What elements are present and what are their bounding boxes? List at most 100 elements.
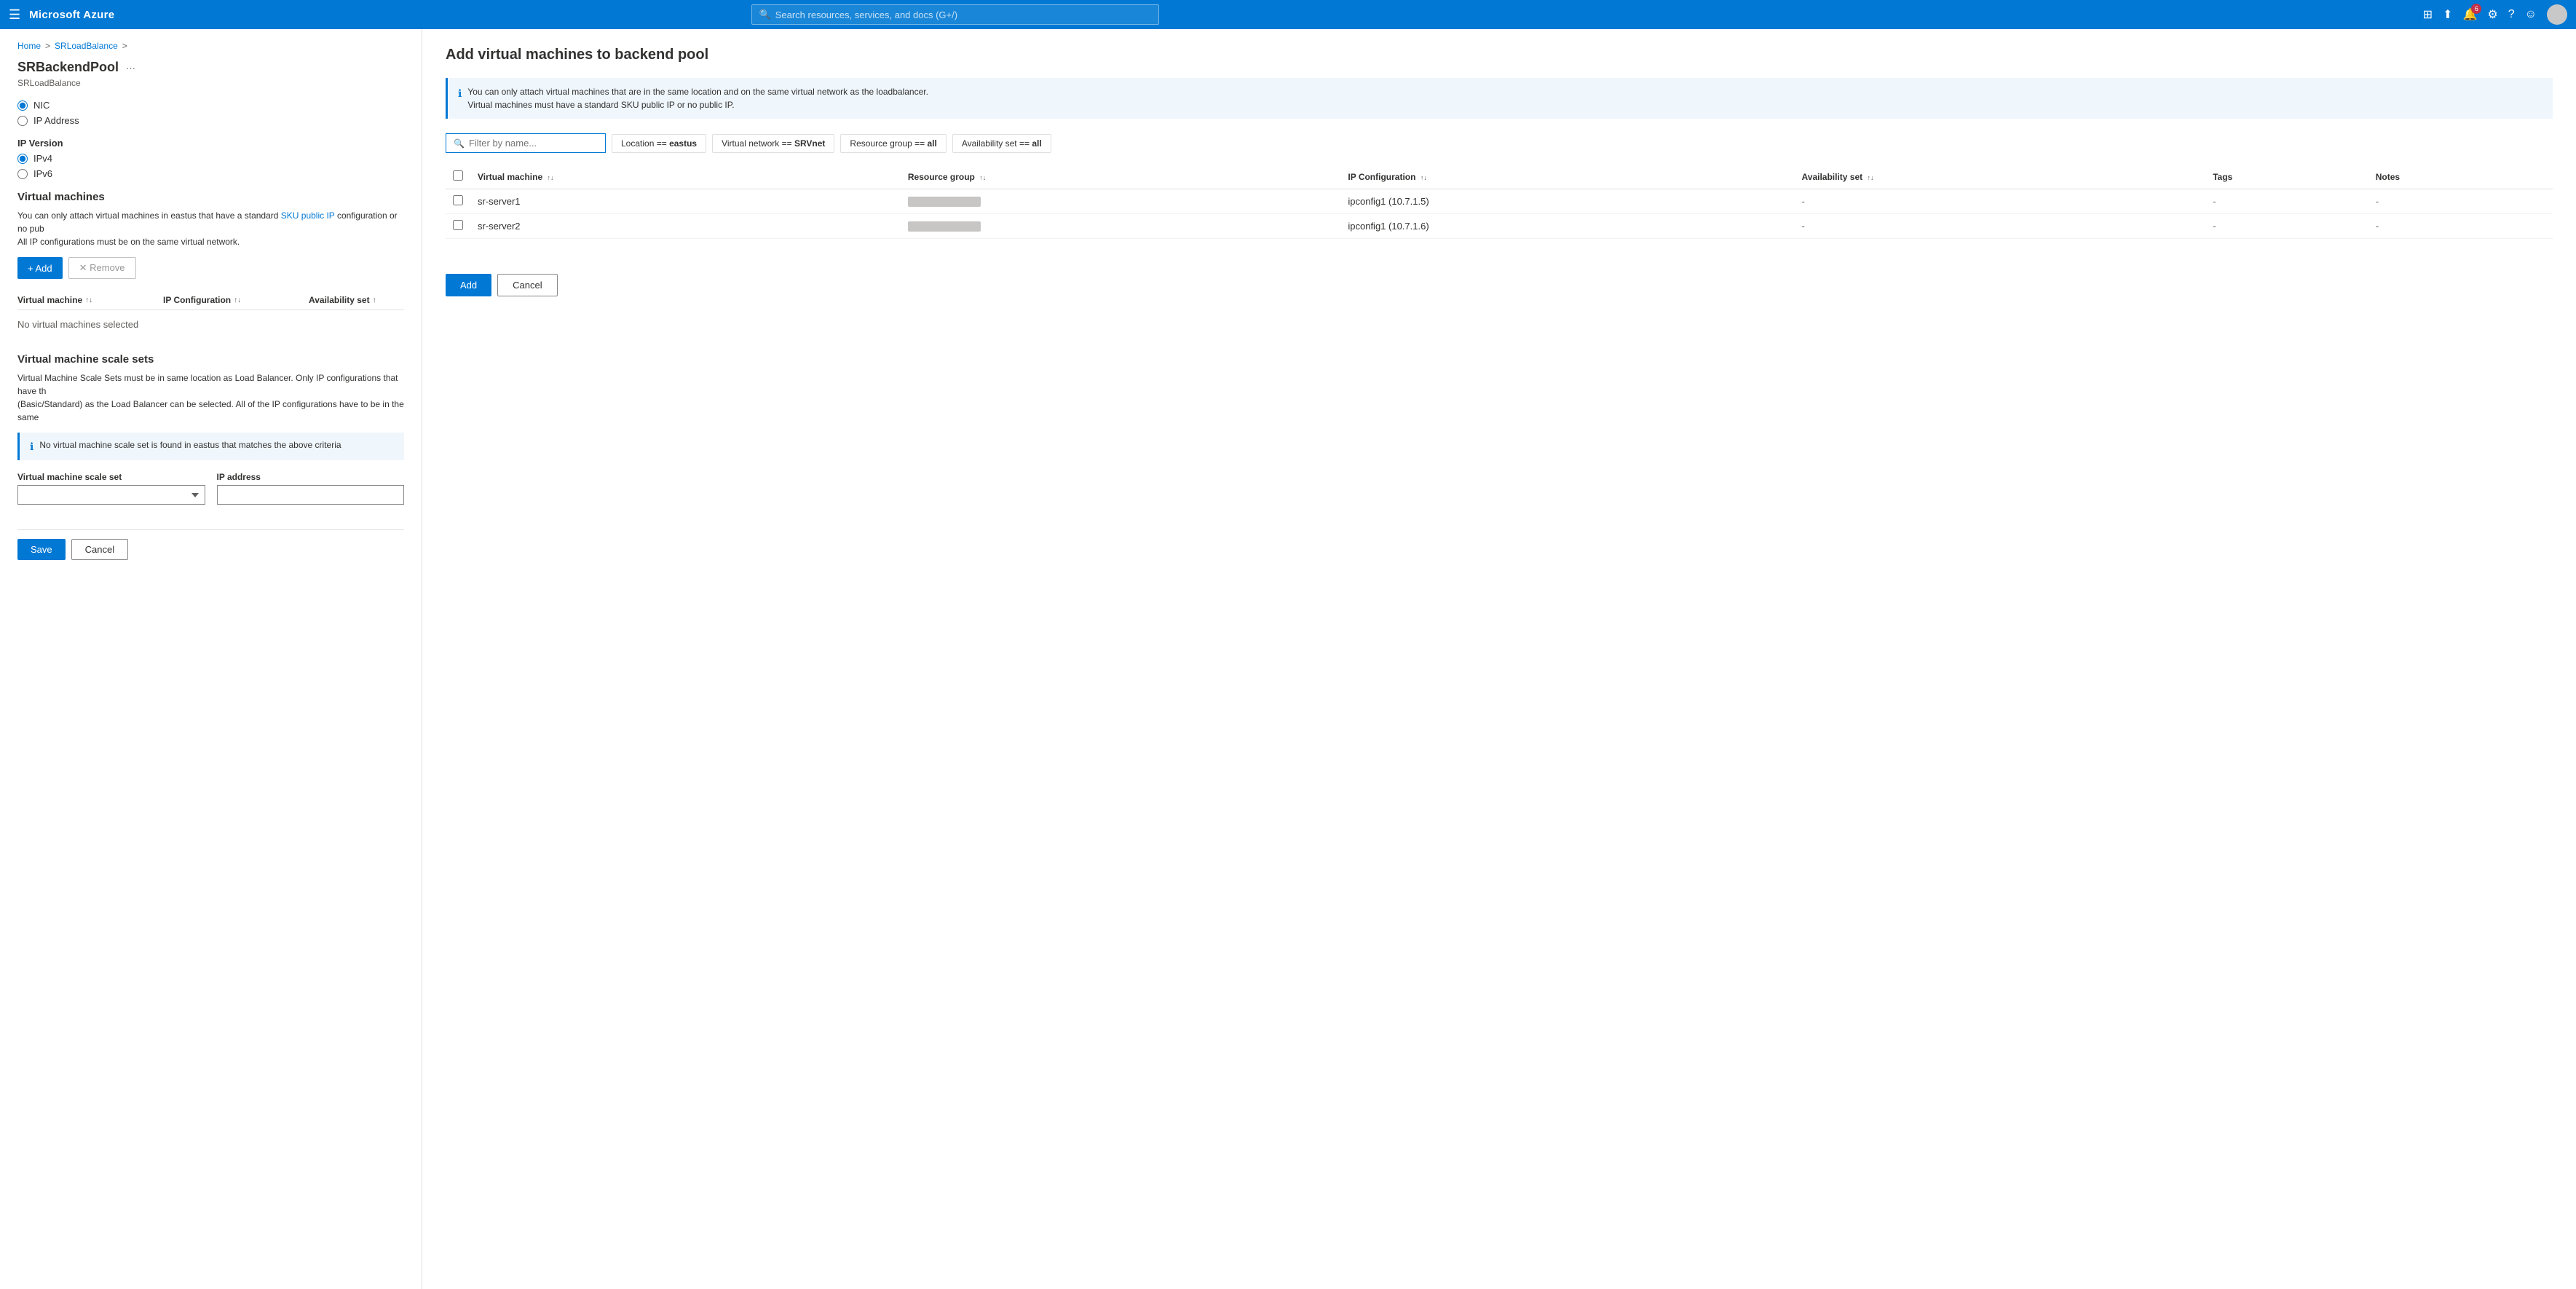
breadcrumb-home[interactable]: Home: [17, 41, 41, 51]
cancel-button[interactable]: Cancel: [71, 539, 128, 560]
ipv6-label: IPv6: [33, 168, 52, 179]
col-ip-configuration[interactable]: IP Configuration ↑↓: [1340, 165, 1794, 189]
help-icon[interactable]: ?: [2508, 8, 2515, 21]
breadcrumb-parent[interactable]: SRLoadBalance: [55, 41, 118, 51]
vm-rg-cell: [901, 189, 1341, 214]
ipv4-label: IPv4: [33, 153, 52, 164]
col-virtual-machine[interactable]: Virtual machine ↑↓: [470, 165, 901, 189]
filter-resource-group[interactable]: Resource group == all: [840, 134, 946, 153]
ipv4-radio[interactable]: [17, 154, 28, 164]
more-options-icon[interactable]: ···: [126, 63, 135, 74]
vmss-scale-set-select[interactable]: [17, 485, 205, 505]
search-input[interactable]: [775, 9, 1151, 20]
vm-table-header-row: Virtual machine ↑↓ Resource group ↑↓ IP …: [446, 165, 2553, 189]
ip-config-col-header: IP Configuration ↑↓: [163, 295, 309, 305]
cloud-upload-icon[interactable]: ⬆: [2443, 7, 2452, 22]
hamburger-menu-icon[interactable]: ☰: [9, 7, 20, 23]
vm-section-title: Virtual machines: [17, 191, 404, 203]
filter-vnet[interactable]: Virtual network == SRVnet: [712, 134, 834, 153]
panel-title: SRBackendPool: [17, 60, 119, 75]
vmss-ip-label: IP address: [217, 472, 405, 482]
filter-location[interactable]: Location == eastus: [612, 134, 706, 153]
filter-location-value: eastus: [669, 138, 697, 149]
filter-avset-value: all: [1032, 138, 1041, 149]
vm-checkbox-1[interactable]: [453, 220, 463, 230]
vm-section: Virtual machines You can only attach vir…: [17, 191, 404, 339]
table-row: sr-server2 ipconfig1 (10.7.1.6) - - -: [446, 214, 2553, 239]
sku-link[interactable]: SKU public IP: [281, 210, 335, 221]
filter-name-input[interactable]: [469, 138, 598, 149]
filter-rg-value: all: [927, 138, 936, 149]
filter-availability-set[interactable]: Availability set == all: [952, 134, 1051, 153]
vm-checkbox-0[interactable]: [453, 195, 463, 205]
col-availability-set[interactable]: Availability set ↑↓: [1795, 165, 2206, 189]
panel-subtitle: SRLoadBalance: [17, 78, 404, 88]
vmss-description: Virtual Machine Scale Sets must be in sa…: [17, 371, 404, 424]
vm-avset-cell: -: [1795, 214, 2206, 239]
vmss-scale-set-label: Virtual machine scale set: [17, 472, 205, 482]
right-info-text: You can only attach virtual machines tha…: [467, 85, 928, 111]
right-cancel-button[interactable]: Cancel: [497, 274, 557, 296]
nic-radio-item[interactable]: NIC: [17, 100, 404, 111]
vm-description: You can only attach virtual machines in …: [17, 209, 404, 248]
save-button[interactable]: Save: [17, 539, 66, 560]
availability-set-col-header: Availability set ↑: [309, 295, 404, 305]
nic-radio[interactable]: [17, 100, 28, 111]
vmss-scale-set-field: Virtual machine scale set: [17, 472, 205, 505]
ipv6-radio[interactable]: [17, 169, 28, 179]
ip-address-radio-label: IP Address: [33, 115, 79, 126]
filter-search-icon: 🔍: [454, 138, 465, 149]
feedback-icon[interactable]: ☺: [2525, 8, 2537, 21]
global-search-bar[interactable]: 🔍: [751, 4, 1159, 25]
nav-icons-group: ⊞ ⬆ 🔔 6 ⚙ ? ☺: [2423, 4, 2567, 25]
vm-name-cell: sr-server1: [470, 189, 901, 214]
filter-avset-label: Availability set ==: [962, 138, 1032, 149]
add-vm-button[interactable]: + Add: [17, 257, 63, 279]
vmss-form-row: Virtual machine scale set IP address: [17, 472, 404, 515]
right-add-button[interactable]: Add: [446, 274, 491, 296]
notification-badge: 6: [2471, 4, 2481, 14]
nic-radio-label: NIC: [33, 100, 50, 111]
col-notes: Notes: [2368, 165, 2553, 189]
avatar[interactable]: [2547, 4, 2567, 25]
vm-ip-cell: ipconfig1 (10.7.1.5): [1340, 189, 1794, 214]
ipv6-radio-item[interactable]: IPv6: [17, 168, 404, 179]
vmss-section-title: Virtual machine scale sets: [17, 353, 404, 366]
select-all-checkbox[interactable]: [453, 170, 463, 181]
ipv4-radio-item[interactable]: IPv4: [17, 153, 404, 164]
portal-icon[interactable]: ⊞: [2423, 7, 2433, 22]
left-panel: Home > SRLoadBalance > SRBackendPool ···…: [0, 29, 422, 1289]
vm-action-buttons: + Add ✕ Remove: [17, 257, 404, 279]
breadcrumb: Home > SRLoadBalance >: [17, 41, 404, 51]
notifications-icon[interactable]: 🔔 6: [2462, 7, 2477, 22]
vmss-ip-input[interactable]: [217, 485, 405, 505]
ip-address-radio-item[interactable]: IP Address: [17, 115, 404, 126]
vm-name-cell: sr-server2: [470, 214, 901, 239]
vm-tags-cell: -: [2205, 189, 2368, 214]
vm-table-head: Virtual machine ↑↓ Resource group ↑↓ IP …: [446, 165, 2553, 189]
col-resource-group[interactable]: Resource group ↑↓: [901, 165, 1341, 189]
vm-selection-table: Virtual machine ↑↓ Resource group ↑↓ IP …: [446, 165, 2553, 239]
bottom-buttons: Save Cancel: [17, 529, 404, 560]
remove-vm-button[interactable]: ✕ Remove: [68, 257, 136, 279]
filter-rg-label: Resource group ==: [850, 138, 927, 149]
row-checkbox-cell[interactable]: [446, 189, 470, 214]
brand-logo: Microsoft Azure: [29, 9, 114, 21]
right-bottom-actions: Add Cancel: [446, 262, 2553, 296]
no-vms-message: No virtual machines selected: [17, 310, 404, 339]
ip-version-label: IP Version: [17, 138, 404, 149]
vm-notes-cell: -: [2368, 214, 2553, 239]
vm-table-body: sr-server1 ipconfig1 (10.7.1.5) - - - sr…: [446, 189, 2553, 239]
vm-col-header: Virtual machine ↑↓: [17, 295, 163, 305]
ip-address-radio[interactable]: [17, 116, 28, 126]
breadcrumb-sep1: >: [45, 41, 50, 51]
filter-location-label: Location ==: [621, 138, 669, 149]
ip-version-section: IP Version IPv4 IPv6: [17, 138, 404, 179]
filter-vnet-label: Virtual network ==: [722, 138, 794, 149]
filter-search-box[interactable]: 🔍: [446, 133, 606, 153]
search-icon: 🔍: [759, 9, 771, 20]
row-checkbox-cell[interactable]: [446, 214, 470, 239]
table-row: sr-server1 ipconfig1 (10.7.1.5) - - -: [446, 189, 2553, 214]
settings-icon[interactable]: ⚙: [2487, 7, 2497, 22]
select-all-col: [446, 165, 470, 189]
